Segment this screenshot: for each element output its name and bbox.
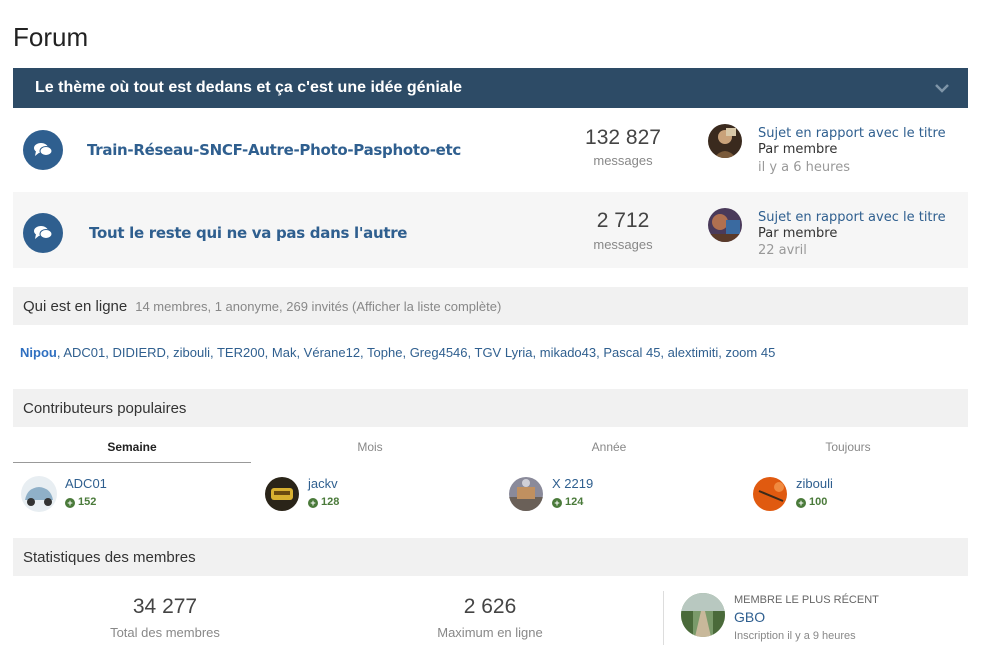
avatar[interactable]	[509, 477, 543, 511]
avatar[interactable]	[753, 477, 787, 511]
message-count-label: messages	[593, 153, 653, 168]
avatar[interactable]	[681, 593, 725, 637]
active-tab-indicator	[13, 462, 251, 463]
contributor-score: +152	[65, 496, 96, 508]
contributor-score: +100	[796, 496, 827, 508]
plus-icon: +	[796, 498, 806, 508]
newest-member-label: MEMBRE LE PLUS RÉCENT	[734, 594, 879, 606]
chevron-down-icon[interactable]	[934, 80, 950, 96]
online-members[interactable]: , ADC01, DIDIERD, zibouli, TER200, Mak, …	[57, 345, 775, 360]
online-section-header: Qui est en ligne 14 membres, 1 anonyme, 2…	[13, 287, 968, 325]
online-summary[interactable]: 14 membres, 1 anonyme, 269 invités (Affi…	[135, 299, 501, 314]
stats-title: Statistiques des membres	[23, 549, 196, 566]
contributor-name[interactable]: zibouli	[796, 476, 833, 491]
category-header[interactable]: Le thème où tout est dedans et ça c'est …	[13, 68, 968, 108]
avatar[interactable]	[21, 476, 57, 512]
forum-row: Tout le reste qui ne va pas dans l'autre…	[13, 192, 968, 268]
tab-all-time[interactable]: Toujours	[729, 440, 967, 454]
forum-row: Train-Réseau-SNCF-Autre-Photo-Pasphoto-e…	[13, 110, 968, 186]
forum-title-link[interactable]: Train-Réseau-SNCF-Autre-Photo-Pasphoto-e…	[87, 141, 461, 159]
avatar[interactable]	[708, 124, 742, 158]
last-topic-link[interactable]: Sujet en rapport avec le titre	[758, 210, 946, 225]
newest-member-name[interactable]: GBO	[734, 609, 765, 625]
contributor-name[interactable]: X 2219	[552, 476, 593, 491]
message-count: 2 712	[596, 209, 650, 232]
last-post-time: 22 avril	[758, 243, 807, 258]
total-members-label: Total des membres	[110, 625, 220, 640]
forum-title-link[interactable]: Tout le reste qui ne va pas dans l'autre	[89, 224, 407, 242]
avatar[interactable]	[708, 208, 742, 242]
newest-member-joined: Inscription il y a 9 heures	[734, 630, 856, 642]
online-member-list: Nipou, ADC01, DIDIERD, zibouli, TER200, …	[20, 345, 775, 360]
contributor-name[interactable]: ADC01	[65, 476, 107, 491]
last-topic-link[interactable]: Sujet en rapport avec le titre	[758, 126, 946, 141]
contributors-header: Contributeurs populaires	[13, 389, 968, 427]
last-post-author[interactable]: Par membre	[758, 226, 837, 241]
plus-icon: +	[552, 498, 562, 508]
chat-bubbles-icon	[23, 130, 63, 170]
divider	[663, 591, 664, 645]
contributor-score: +128	[308, 496, 339, 508]
chat-bubbles-icon	[23, 213, 63, 253]
stats-header: Statistiques des membres	[13, 538, 968, 576]
message-count-label: messages	[593, 237, 653, 252]
category-title: Le thème où tout est dedans et ça c'est …	[35, 79, 463, 96]
message-count: 132 827	[585, 126, 661, 149]
contributors-title: Contributeurs populaires	[23, 400, 187, 417]
last-post-time: il y a 6 heures	[758, 160, 850, 175]
tab-month[interactable]: Mois	[251, 440, 489, 454]
tab-year[interactable]: Année	[490, 440, 728, 454]
plus-icon: +	[308, 498, 318, 508]
last-post-author[interactable]: Par membre	[758, 142, 837, 157]
online-title: Qui est en ligne	[23, 298, 128, 315]
avatar[interactable]	[265, 477, 299, 511]
max-online-value: 2 626	[463, 595, 517, 618]
total-members-value: 34 277	[132, 595, 198, 618]
contributor-score: +124	[552, 496, 583, 508]
contributor-name[interactable]: jackv	[308, 476, 338, 491]
page-title: Forum	[13, 22, 89, 52]
online-member-link[interactable]: Nipou	[20, 345, 57, 360]
tab-week[interactable]: Semaine	[13, 440, 251, 454]
max-online-label: Maximum en ligne	[437, 625, 543, 640]
plus-icon: +	[65, 498, 75, 508]
